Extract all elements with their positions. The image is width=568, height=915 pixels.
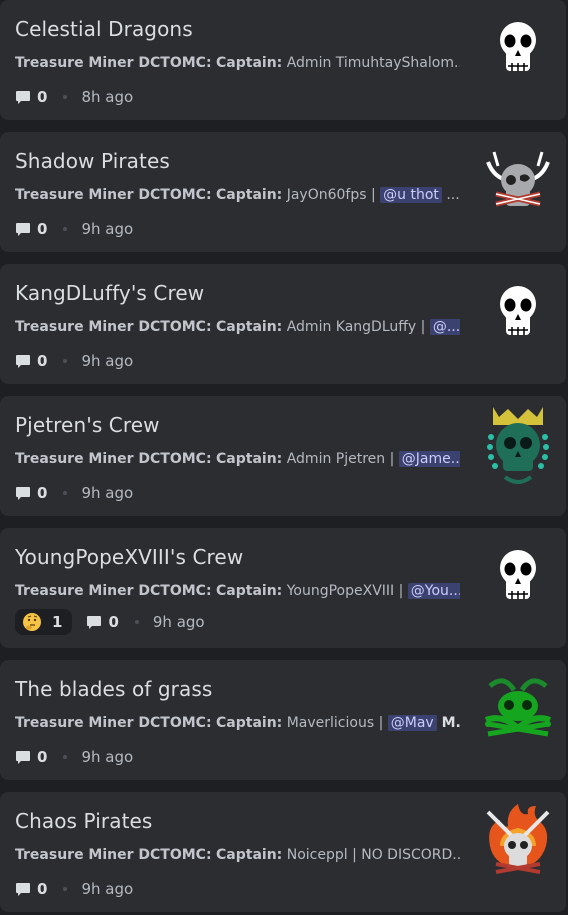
thread-meta: 0 9h ago (15, 745, 133, 769)
preview-trailing: ... (441, 187, 460, 203)
thread-preview: Treasure Miner DCTOMC: Captain: Noiceppl… (15, 847, 460, 863)
thread-preview: Treasure Miner DCTOMC: Captain: YoungPop… (15, 583, 460, 599)
thread-timestamp: 8h ago (81, 88, 134, 106)
preview-author: Treasure Miner DCTOMC: (15, 319, 212, 335)
message-icon (16, 91, 30, 104)
thread-title[interactable]: YoungPopeXVIII's Crew (15, 545, 243, 569)
message-count: 0 (37, 484, 48, 502)
thread-preview: Treasure Miner DCTOMC: Captain: Admin Ka… (15, 319, 460, 335)
separator-dot (63, 95, 68, 99)
user-mention[interactable]: @You... (407, 583, 460, 599)
thread-preview: Treasure Miner DCTOMC: Captain: Admin Ti… (15, 55, 460, 71)
separator-dot (63, 227, 68, 231)
message-count: 0 (37, 352, 48, 370)
preview-trailing: M... (441, 715, 460, 731)
separator-dot (134, 620, 139, 624)
preview-label: Captain: (216, 319, 283, 335)
message-count: 0 (37, 88, 48, 106)
skull-icon (478, 10, 558, 90)
message-icon (16, 223, 30, 236)
thread-timestamp: 9h ago (81, 880, 134, 898)
skull-icon (478, 274, 558, 354)
thinking-face-icon (23, 613, 41, 631)
separator-dot (63, 755, 68, 759)
preview-text: YoungPopeXVIII | (282, 583, 408, 599)
thread-timestamp: 9h ago (81, 748, 134, 766)
separator-dot (63, 359, 68, 363)
preview-text: Admin KangDLuffy | (282, 319, 430, 335)
user-mention[interactable]: @Jame... (398, 451, 460, 467)
thread-title[interactable]: The blades of grass (15, 677, 212, 701)
thread-title[interactable]: Chaos Pirates (15, 809, 152, 833)
preview-label: Captain: (216, 715, 283, 731)
thread-meta: 0 9h ago (15, 877, 133, 901)
preview-author: Treasure Miner DCTOMC: (15, 55, 212, 71)
preview-author: Treasure Miner DCTOMC: (15, 583, 212, 599)
preview-label: Captain: (216, 451, 283, 467)
message-icon (16, 883, 30, 896)
preview-author: Treasure Miner DCTOMC: (15, 451, 212, 467)
skull-icon (478, 538, 558, 618)
preview-text: JayOn60fps | (282, 187, 381, 203)
thread-meta: 0 9h ago (15, 217, 133, 241)
separator-dot (63, 491, 68, 495)
thread-preview: Treasure Miner DCTOMC: Captain: JayOn60f… (15, 187, 460, 203)
thread-preview: Treasure Miner DCTOMC: Captain: Maverlic… (15, 715, 460, 731)
thread-card[interactable]: Celestial Dragons Treasure Miner DCTOMC:… (0, 0, 566, 120)
thread-card[interactable]: Pjetren's Crew Treasure Miner DCTOMC: Ca… (0, 396, 566, 516)
thread-card[interactable]: YoungPopeXVIII's Crew Treasure Miner DCT… (0, 528, 566, 648)
thread-timestamp: 9h ago (152, 613, 205, 631)
horned-skull-icon (478, 142, 558, 222)
preview-text: Noiceppl | NO DISCORD... (282, 847, 460, 863)
thread-timestamp: 9h ago (81, 484, 134, 502)
thread-meta: 0 9h ago (15, 481, 133, 505)
thread-meta: 0 8h ago (15, 85, 133, 109)
reaction-chip[interactable]: 1 (15, 609, 73, 635)
preview-label: Captain: (216, 847, 283, 863)
thread-meta: 1 0 9h ago (15, 609, 205, 635)
preview-author: Treasure Miner DCTOMC: (15, 847, 212, 863)
thread-meta: 0 9h ago (15, 349, 133, 373)
message-icon (16, 751, 30, 764)
preview-label: Captain: (216, 583, 283, 599)
thread-title[interactable]: Shadow Pirates (15, 149, 170, 173)
thread-card[interactable]: KangDLuffy's Crew Treasure Miner DCTOMC:… (0, 264, 566, 384)
separator-dot (63, 887, 68, 891)
message-count: 0 (37, 220, 48, 238)
message-count: 0 (37, 748, 48, 766)
flaming-skull-icon (478, 802, 558, 882)
preview-text: Admin Pjetren | (282, 451, 399, 467)
thread-card[interactable]: Shadow Pirates Treasure Miner DCTOMC: Ca… (0, 132, 566, 252)
thread-title[interactable]: Celestial Dragons (15, 17, 193, 41)
message-icon (16, 487, 30, 500)
reaction-count: 1 (52, 613, 63, 631)
message-count: 0 (108, 613, 119, 631)
thread-title[interactable]: Pjetren's Crew (15, 413, 160, 437)
preview-label: Captain: (216, 187, 283, 203)
message-count: 0 (37, 880, 48, 898)
thread-timestamp: 9h ago (81, 352, 134, 370)
thread-preview: Treasure Miner DCTOMC: Captain: Admin Pj… (15, 451, 460, 467)
green-skull-icon (478, 670, 558, 750)
message-icon (87, 616, 102, 629)
thread-card[interactable]: Chaos Pirates Treasure Miner DCTOMC: Cap… (0, 792, 566, 912)
message-icon (16, 355, 30, 368)
preview-author: Treasure Miner DCTOMC: (15, 187, 212, 203)
crowned-skull-icon (478, 406, 558, 486)
preview-author: Treasure Miner DCTOMC: (15, 715, 212, 731)
user-mention[interactable]: @u thot (380, 187, 442, 203)
preview-label: Captain: (216, 55, 283, 71)
preview-text: Maverlicious | (282, 715, 388, 731)
forum-thread-list: Celestial Dragons Treasure Miner DCTOMC:… (0, 0, 568, 915)
user-mention[interactable]: @Mav (387, 715, 437, 731)
thread-card[interactable]: The blades of grass Treasure Miner DCTOM… (0, 660, 566, 780)
preview-text: Admin TimuhtayShalom... (282, 55, 460, 71)
user-mention[interactable]: @... (429, 319, 460, 335)
thread-title[interactable]: KangDLuffy's Crew (15, 281, 204, 305)
thread-timestamp: 9h ago (81, 220, 134, 238)
